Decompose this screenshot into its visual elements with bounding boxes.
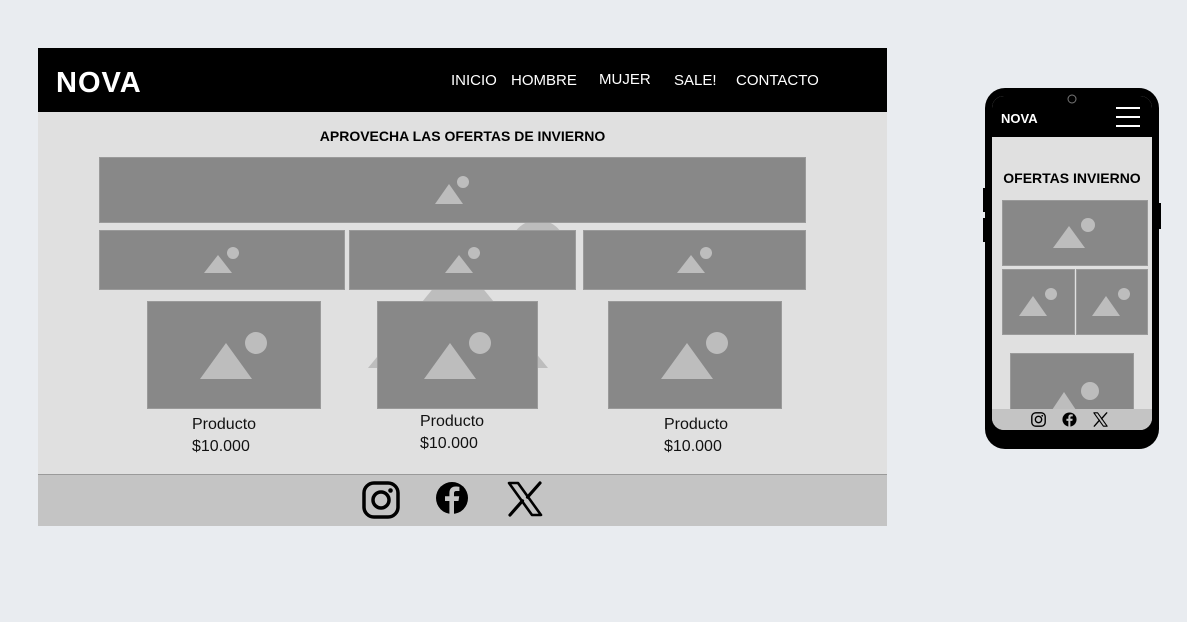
instagram-icon[interactable] — [362, 481, 400, 519]
x-icon[interactable] — [1093, 412, 1108, 427]
promo-banner-image[interactable] — [99, 230, 345, 290]
mobile-page-title: OFERTAS INVIERNO — [1003, 170, 1141, 186]
nav-contacto[interactable]: CONTACTO — [736, 72, 819, 89]
product-image[interactable] — [608, 301, 782, 409]
product-image[interactable] — [147, 301, 321, 409]
mobile-promo-image[interactable] — [1002, 269, 1075, 335]
phone-side-button — [983, 188, 986, 212]
product-name: Producto — [664, 416, 729, 433]
nav-hombre[interactable]: HOMBRE — [511, 72, 577, 89]
image-icon — [444, 247, 480, 273]
hamburger-icon[interactable] — [1116, 106, 1140, 128]
page-title: APROVECHA LAS OFERTAS DE INVIERNO — [319, 128, 606, 144]
svg-text:NOVA: NOVA — [1001, 111, 1038, 125]
promo-banner-image[interactable] — [583, 230, 806, 290]
desktop-footer — [38, 474, 887, 526]
image-icon — [423, 332, 491, 379]
camera-icon — [1067, 94, 1077, 104]
product-card-3[interactable]: Producto $10.000 — [664, 414, 728, 458]
svg-text:NOVA: NOVA — [56, 70, 142, 94]
image-icon — [434, 176, 469, 204]
instagram-icon[interactable] — [1031, 412, 1046, 427]
nav-inicio[interactable]: INICIO — [451, 72, 497, 89]
facebook-icon[interactable] — [435, 481, 469, 515]
image-icon — [1092, 288, 1130, 316]
facebook-icon[interactable] — [1062, 412, 1077, 427]
product-card-2[interactable]: Producto $10.000 — [420, 411, 484, 455]
product-price: $10.000 — [420, 435, 478, 452]
brand-logo[interactable]: NOVA — [56, 70, 196, 94]
product-name: Producto — [192, 416, 257, 433]
product-name: Producto — [420, 413, 485, 430]
mobile-screen: NOVA OFERTAS INVIERNO — [992, 96, 1152, 430]
image-icon — [676, 247, 712, 273]
image-icon — [200, 332, 267, 379]
nav-sale[interactable]: SALE! — [674, 72, 717, 89]
promo-banner-image[interactable] — [349, 230, 576, 290]
mobile-wireframe: NOVA OFERTAS INVIERNO — [983, 88, 1161, 449]
image-icon — [1018, 288, 1057, 316]
product-image[interactable] — [377, 301, 538, 409]
desktop-navbar: NOVA INICIO HOMBRE MUJER SALE! CONTACTO — [38, 48, 887, 112]
image-icon — [661, 332, 728, 379]
product-price: $10.000 — [192, 438, 250, 455]
image-icon — [204, 247, 239, 273]
hero-banner-image[interactable] — [99, 157, 806, 223]
mobile-promo-image[interactable] — [1076, 269, 1148, 335]
product-card-1[interactable]: Producto $10.000 — [192, 414, 256, 458]
phone-side-button — [1158, 203, 1161, 229]
phone-side-button — [983, 218, 986, 242]
product-price: $10.000 — [664, 438, 722, 455]
brand-logo[interactable]: NOVA — [1001, 111, 1061, 125]
mobile-hero-image[interactable] — [1002, 200, 1148, 266]
nav-mujer[interactable]: MUJER — [599, 71, 651, 88]
desktop-wireframe: NOVA INICIO HOMBRE MUJER SALE! CONTACTO … — [38, 48, 887, 526]
mobile-footer — [992, 409, 1152, 430]
x-icon[interactable] — [507, 481, 543, 517]
image-icon — [1053, 218, 1095, 248]
